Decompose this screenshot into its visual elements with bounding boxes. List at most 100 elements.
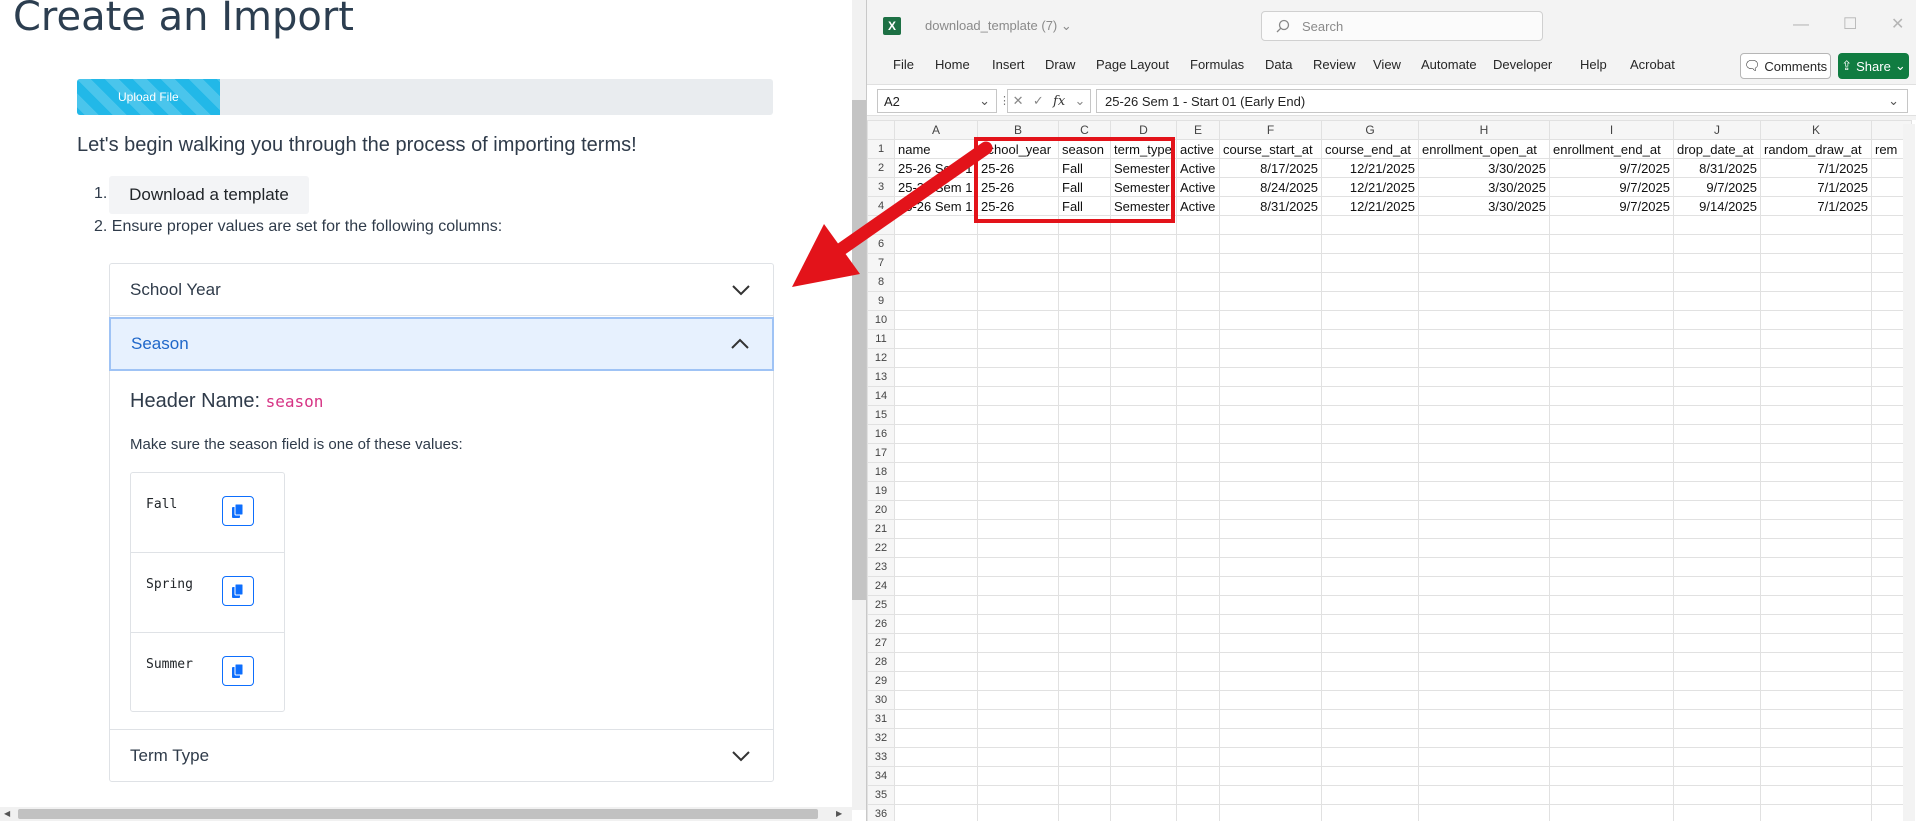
cell[interactable] bbox=[1110, 576, 1177, 596]
cell[interactable] bbox=[1549, 253, 1674, 273]
row-number[interactable]: 19 bbox=[867, 481, 895, 501]
name-box[interactable]: A2 ⌄ bbox=[877, 89, 997, 113]
cell[interactable] bbox=[1549, 690, 1674, 710]
cell[interactable] bbox=[1760, 671, 1872, 691]
cell[interactable] bbox=[1176, 310, 1220, 330]
row-number[interactable]: 32 bbox=[867, 728, 895, 748]
cell[interactable] bbox=[1219, 291, 1322, 311]
cell[interactable] bbox=[1549, 576, 1674, 596]
cell[interactable] bbox=[1219, 253, 1322, 273]
cell[interactable] bbox=[1110, 424, 1177, 444]
cell[interactable] bbox=[1176, 329, 1220, 349]
cell[interactable] bbox=[1673, 310, 1761, 330]
cell[interactable] bbox=[1176, 804, 1220, 821]
cell[interactable] bbox=[1110, 766, 1177, 786]
cell[interactable] bbox=[1673, 367, 1761, 387]
cell[interactable] bbox=[1321, 728, 1419, 748]
cell[interactable] bbox=[977, 424, 1059, 444]
cell[interactable] bbox=[1058, 557, 1111, 577]
cell[interactable] bbox=[1176, 405, 1220, 425]
cell[interactable] bbox=[977, 538, 1059, 558]
cell[interactable] bbox=[1418, 614, 1550, 634]
cell[interactable] bbox=[1058, 785, 1111, 805]
cell[interactable] bbox=[1673, 766, 1761, 786]
cell[interactable] bbox=[1176, 728, 1220, 748]
row-number[interactable]: 18 bbox=[867, 462, 895, 482]
cell[interactable] bbox=[977, 728, 1059, 748]
cell[interactable] bbox=[1549, 386, 1674, 406]
menu-formulas[interactable]: Formulas bbox=[1190, 57, 1244, 72]
cell[interactable] bbox=[1110, 709, 1177, 729]
cell[interactable] bbox=[1219, 443, 1322, 463]
minimize-icon[interactable]: — bbox=[1793, 16, 1809, 34]
cell[interactable] bbox=[894, 576, 978, 596]
cell[interactable] bbox=[1418, 500, 1550, 520]
cell[interactable] bbox=[1219, 633, 1322, 653]
maximize-icon[interactable]: ☐ bbox=[1843, 14, 1857, 34]
column-header[interactable]: I bbox=[1549, 120, 1674, 140]
search-input[interactable]: Search bbox=[1261, 11, 1543, 41]
cell[interactable] bbox=[1418, 633, 1550, 653]
cell[interactable] bbox=[1418, 424, 1550, 444]
cell[interactable] bbox=[1219, 329, 1322, 349]
comments-button[interactable]: 🗨 Comments bbox=[1740, 53, 1831, 79]
cell[interactable] bbox=[1418, 367, 1550, 387]
cell[interactable] bbox=[1058, 804, 1111, 821]
row-number[interactable]: 26 bbox=[867, 614, 895, 634]
cell[interactable] bbox=[894, 614, 978, 634]
cell[interactable] bbox=[894, 557, 978, 577]
cell[interactable] bbox=[1549, 671, 1674, 691]
cell[interactable] bbox=[1176, 348, 1220, 368]
cell[interactable] bbox=[1418, 766, 1550, 786]
cell[interactable] bbox=[1418, 576, 1550, 596]
cell[interactable] bbox=[1058, 709, 1111, 729]
cell[interactable] bbox=[1549, 652, 1674, 672]
cell[interactable] bbox=[1110, 310, 1177, 330]
cell[interactable]: Active bbox=[1176, 158, 1220, 178]
cell[interactable] bbox=[1418, 253, 1550, 273]
cell[interactable] bbox=[1673, 405, 1761, 425]
cell[interactable] bbox=[1760, 690, 1872, 710]
cell[interactable] bbox=[1219, 557, 1322, 577]
cell[interactable] bbox=[1058, 766, 1111, 786]
cell[interactable] bbox=[1219, 348, 1322, 368]
cell-table[interactable]: ABCDEFGHIJK 1 name school_year season term_t… bbox=[867, 120, 1912, 821]
cell[interactable] bbox=[1058, 367, 1111, 387]
cell[interactable] bbox=[1176, 234, 1220, 254]
cell[interactable] bbox=[1418, 386, 1550, 406]
row-number[interactable]: 35 bbox=[867, 785, 895, 805]
menu-acrobat[interactable]: Acrobat bbox=[1630, 57, 1675, 72]
cell[interactable] bbox=[1321, 367, 1419, 387]
cell[interactable] bbox=[977, 519, 1059, 539]
cell[interactable] bbox=[1219, 595, 1322, 615]
cell[interactable] bbox=[1321, 424, 1419, 444]
cell[interactable] bbox=[1321, 576, 1419, 596]
cell[interactable] bbox=[1176, 595, 1220, 615]
cell[interactable]: 12/21/2025 bbox=[1321, 177, 1419, 197]
cell[interactable] bbox=[1321, 234, 1419, 254]
cell[interactable] bbox=[977, 766, 1059, 786]
cell[interactable] bbox=[1176, 766, 1220, 786]
cell[interactable] bbox=[1058, 386, 1111, 406]
cell[interactable] bbox=[1418, 785, 1550, 805]
cell[interactable]: 9/7/2025 bbox=[1673, 177, 1761, 197]
cell[interactable] bbox=[1321, 633, 1419, 653]
cell[interactable] bbox=[1058, 576, 1111, 596]
cell[interactable] bbox=[977, 329, 1059, 349]
cell[interactable] bbox=[1321, 595, 1419, 615]
cell[interactable] bbox=[1176, 462, 1220, 482]
cell[interactable] bbox=[1673, 595, 1761, 615]
cell[interactable]: active bbox=[1176, 139, 1220, 159]
cell[interactable] bbox=[1418, 519, 1550, 539]
cell[interactable] bbox=[1418, 690, 1550, 710]
cell[interactable]: 8/31/2025 bbox=[1673, 158, 1761, 178]
cell[interactable] bbox=[1549, 595, 1674, 615]
cell[interactable] bbox=[977, 348, 1059, 368]
cell[interactable] bbox=[977, 481, 1059, 501]
cell[interactable]: 3/30/2025 bbox=[1418, 177, 1550, 197]
cell[interactable] bbox=[1058, 234, 1111, 254]
cell[interactable] bbox=[1219, 367, 1322, 387]
cell[interactable] bbox=[1673, 652, 1761, 672]
cell[interactable] bbox=[1058, 500, 1111, 520]
cell[interactable] bbox=[1110, 614, 1177, 634]
